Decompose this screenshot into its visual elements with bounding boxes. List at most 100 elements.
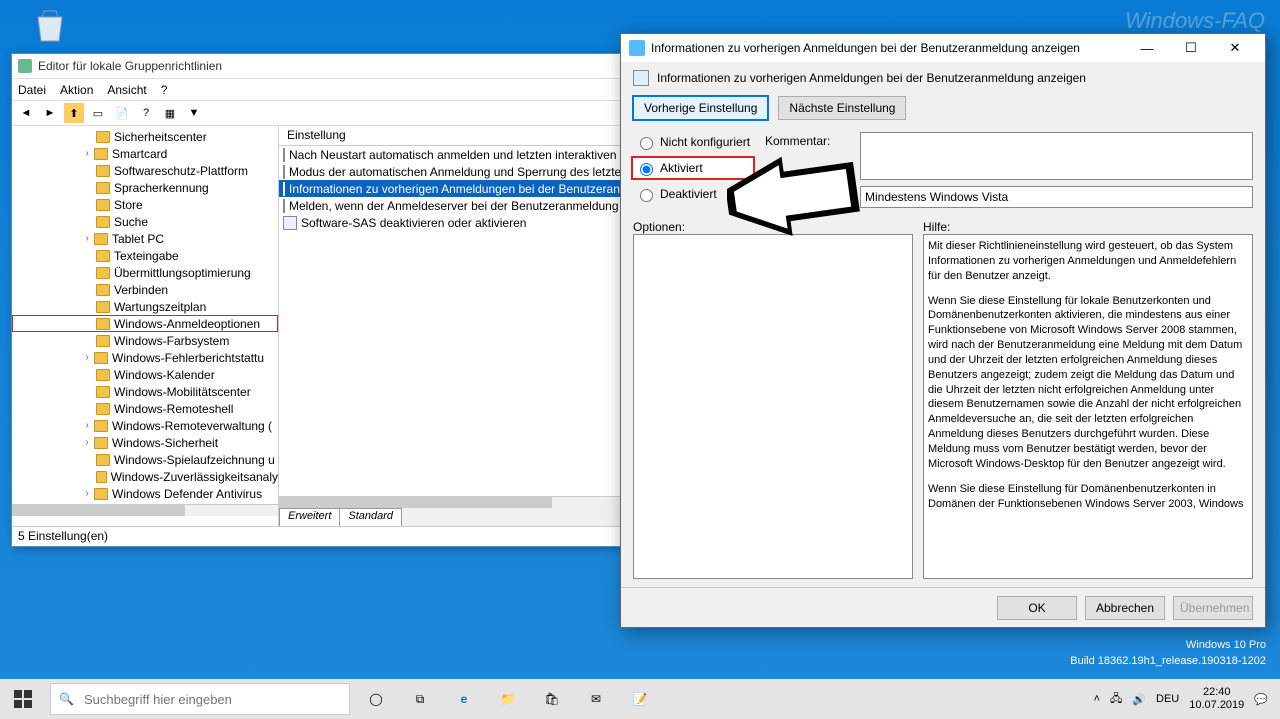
help-label: Hilfe: [923, 220, 1253, 234]
close-button[interactable]: ✕ [1213, 34, 1257, 62]
menu-datei[interactable]: Datei [18, 83, 46, 97]
cortana-icon[interactable]: ◯ [354, 679, 398, 719]
edge-icon[interactable]: e [442, 679, 486, 719]
clock[interactable]: 22:40 10.07.2019 [1189, 686, 1244, 712]
prev-setting-button[interactable]: Vorherige Einstellung [633, 96, 768, 120]
tree-item[interactable]: Windows-Zuverlässigkeitsanaly [12, 468, 278, 485]
policy-heading-text: Informationen zu vorherigen Anmeldungen … [657, 71, 1086, 85]
list-row[interactable]: Informationen zu vorherigen Anmeldungen … [279, 180, 620, 197]
search-input[interactable] [82, 691, 341, 708]
tree-item[interactable]: Windows-Remoteshell [12, 400, 278, 417]
minimize-button[interactable]: — [1125, 34, 1169, 62]
taskbar: 🔍 ◯ ⧉ e 📁 🛍 ✉ 📝 ˄ 🖧 🔊 DEU 22:40 10.07.20… [0, 679, 1280, 719]
tree-item[interactable]: Windows-Anmeldeoptionen [12, 315, 278, 332]
menu-ansicht[interactable]: Ansicht [107, 83, 146, 97]
cancel-button[interactable]: Abbrechen [1085, 596, 1165, 620]
tree-item[interactable]: ›Windows-Remoteverwaltung ( [12, 417, 278, 434]
date-text: 10.07.2019 [1189, 699, 1244, 712]
mail-icon[interactable]: ✉ [574, 679, 618, 719]
next-setting-button[interactable]: Nächste Einstellung [778, 96, 906, 120]
state-radios: Nicht konfiguriert Aktiviert Deaktiviert [633, 132, 753, 208]
tree-item[interactable]: ›Windows-Sicherheit [12, 434, 278, 451]
recycle-bin[interactable] [30, 5, 70, 48]
radio-enabled[interactable]: Aktiviert [633, 158, 753, 178]
watermark-text: Windows-FAQ [1125, 8, 1265, 34]
help-box[interactable]: Mit dieser Richtlinieneinstellung wird g… [923, 234, 1253, 579]
filter-icon[interactable]: ▼ [184, 103, 204, 123]
supported-label: Unterstützt auf: [765, 186, 860, 202]
options-label: Optionen: [633, 220, 913, 234]
network-icon[interactable]: 🖧 [1110, 690, 1122, 709]
settings-list: Einstellung Nach Neustart automatisch an… [279, 126, 620, 526]
tree-item[interactable]: Windows-Spielaufzeichnung u [12, 451, 278, 468]
menu-help[interactable]: ? [161, 83, 168, 97]
build-text: Build 18362.19h1_release.190318-1202 [1070, 654, 1266, 669]
list-header[interactable]: Einstellung [279, 126, 620, 146]
gpedit-icon [18, 59, 32, 73]
list-scrollbar[interactable] [279, 496, 620, 508]
tree-item[interactable]: Store [12, 196, 278, 213]
tree-item[interactable]: Softwareschutz-Plattform [12, 162, 278, 179]
tree-item[interactable]: Wartungszeitplan [12, 298, 278, 315]
tree-item[interactable]: ›Windows Defender Antivirus [12, 485, 278, 502]
tree-view[interactable]: Sicherheitscenter›SmartcardSoftwareschut… [12, 126, 279, 526]
status-bar: 5 Einstellung(en) [12, 526, 620, 546]
notepad-icon[interactable]: 📝 [618, 679, 662, 719]
list-row[interactable]: Software-SAS deaktivieren oder aktiviere… [279, 214, 620, 231]
explorer-icon[interactable]: 📁 [486, 679, 530, 719]
notification-icon[interactable]: 💬 [1254, 693, 1268, 706]
tree-item[interactable]: Windows-Farbsystem [12, 332, 278, 349]
comment-label: Kommentar: [765, 132, 860, 148]
tray-chevron-icon[interactable]: ˄ [1094, 693, 1100, 705]
refresh-icon[interactable]: ? [136, 103, 156, 123]
policy-dialog: Informationen zu vorherigen Anmeldungen … [620, 33, 1266, 628]
tree-item[interactable]: Texteingabe [12, 247, 278, 264]
tree-item[interactable]: ›Smartcard [12, 145, 278, 162]
list-row[interactable]: Nach Neustart automatisch anmelden und l… [279, 146, 620, 163]
maximize-button[interactable]: ☐ [1169, 34, 1213, 62]
gpedit-titlebar[interactable]: Editor für lokale Gruppenrichtlinien [12, 54, 620, 78]
dialog-title: Informationen zu vorherigen Anmeldungen … [651, 41, 1080, 55]
ok-button[interactable]: OK [997, 596, 1077, 620]
up-icon[interactable]: ⬆ [64, 103, 84, 123]
tree-scrollbar[interactable] [12, 504, 278, 516]
menu-aktion[interactable]: Aktion [60, 83, 93, 97]
tree-item[interactable]: Verbinden [12, 281, 278, 298]
dialog-titlebar[interactable]: Informationen zu vorherigen Anmeldungen … [621, 34, 1265, 62]
start-button[interactable] [0, 679, 46, 719]
time-text: 22:40 [1189, 686, 1244, 699]
radio-disabled[interactable]: Deaktiviert [633, 184, 753, 204]
store-icon[interactable]: 🛍 [530, 679, 574, 719]
tab-erweitert[interactable]: Erweitert [279, 508, 340, 526]
task-view-icon[interactable]: ⧉ [398, 679, 442, 719]
list-row[interactable]: Melden, wenn der Anmeldeserver bei der B… [279, 197, 620, 214]
dialog-icon [629, 40, 645, 56]
comment-input[interactable] [860, 132, 1253, 180]
dialog-buttons: OK Abbrechen Übernehmen [621, 587, 1265, 627]
export-icon[interactable]: 📄 [112, 103, 132, 123]
tab-standard[interactable]: Standard [339, 508, 402, 526]
tree-item[interactable]: Windows-Mobilitätscenter [12, 383, 278, 400]
system-tray: ˄ 🖧 🔊 DEU 22:40 10.07.2019 💬 [1082, 686, 1280, 712]
tree-item[interactable]: Spracherkennung [12, 179, 278, 196]
volume-icon[interactable]: 🔊 [1132, 693, 1146, 706]
show-hide-icon[interactable]: ▭ [88, 103, 108, 123]
tree-item[interactable]: Suche [12, 213, 278, 230]
gpedit-toolbar: ◄ ► ⬆ ▭ 📄 ? ▦ ▼ [12, 100, 620, 126]
search-box[interactable]: 🔍 [50, 683, 350, 715]
tree-item[interactable]: Windows-Kalender [12, 366, 278, 383]
supported-value [860, 186, 1253, 208]
tree-item[interactable]: Übermittlungsoptimierung [12, 264, 278, 281]
tree-item[interactable]: ›Windows-Fehlerberichtstattu [12, 349, 278, 366]
list-row[interactable]: Modus der automatischen Anmeldung und Sp… [279, 163, 620, 180]
forward-icon[interactable]: ► [40, 103, 60, 123]
language-indicator[interactable]: DEU [1156, 693, 1179, 705]
tree-item[interactable]: Sicherheitscenter [12, 128, 278, 145]
radio-not-configured[interactable]: Nicht konfiguriert [633, 132, 753, 152]
back-icon[interactable]: ◄ [16, 103, 36, 123]
dialog-heading: Informationen zu vorherigen Anmeldungen … [633, 70, 1253, 86]
apply-button[interactable]: Übernehmen [1173, 596, 1253, 620]
gpedit-window: Editor für lokale Gruppenrichtlinien Dat… [11, 53, 621, 547]
tree-item[interactable]: ›Tablet PC [12, 230, 278, 247]
properties-icon[interactable]: ▦ [160, 103, 180, 123]
